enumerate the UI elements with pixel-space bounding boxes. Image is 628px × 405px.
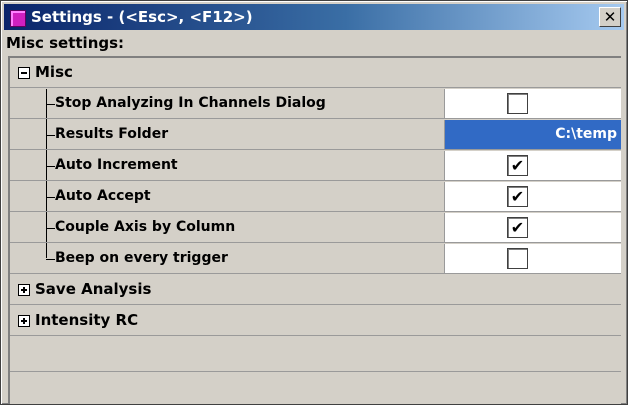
category-misc[interactable]: Misc [10,58,621,89]
section-label: Misc settings: [6,34,125,52]
property-label: Stop Analyzing In Channels Dialog [55,95,326,111]
property-value-cell[interactable]: ✔ [445,182,621,212]
property-value-cell[interactable]: ✔ [445,213,621,243]
category-intensity-rc[interactable]: Intensity RC [10,306,621,337]
property-row-stop-analyzing[interactable]: Stop Analyzing In Channels Dialog [10,89,621,120]
results-folder-field[interactable]: C:\temp [445,120,621,150]
category-misc-cell: Misc [10,58,621,88]
category-save-analysis-cell: Save Analysis [10,275,621,305]
category-label: Misc [35,63,73,81]
property-label: Beep on every trigger [55,250,228,266]
property-name-cell: Couple Axis by Column [10,213,445,243]
stop-analyzing-checkbox[interactable] [507,93,528,114]
property-row-couple-axis[interactable]: Couple Axis by Column ✔ [10,213,621,244]
property-row-beep-trigger[interactable]: Beep on every trigger [10,244,621,275]
property-name-cell: Stop Analyzing In Channels Dialog [10,89,445,119]
close-icon: ✕ [603,8,617,26]
property-row-auto-accept[interactable]: Auto Accept ✔ [10,182,621,213]
property-value-cell[interactable] [445,89,621,119]
property-name-cell: Auto Increment [10,151,445,181]
settings-window: Settings - (<Esc>, <F12>) ✕ Misc setting… [0,0,628,405]
tree-branch [46,104,55,105]
property-label: Couple Axis by Column [55,219,236,235]
category-intensity-rc-cell: Intensity RC [10,306,621,336]
category-save-analysis[interactable]: Save Analysis [10,275,621,306]
property-name-cell: Beep on every trigger [10,244,445,274]
tree-branch [46,197,55,198]
app-icon [10,10,26,27]
property-label: Auto Accept [55,188,151,204]
beep-trigger-checkbox[interactable] [507,248,528,269]
property-label: Auto Increment [55,157,178,173]
window-title: Settings - (<Esc>, <F12>) [31,8,253,26]
category-label: Intensity RC [35,311,139,329]
tree-branch [46,135,55,136]
close-button[interactable]: ✕ [599,7,621,27]
couple-axis-checkbox[interactable]: ✔ [507,217,528,238]
auto-increment-checkbox[interactable]: ✔ [507,155,528,176]
property-name-cell: Results Folder [10,120,445,150]
category-label: Save Analysis [35,280,152,298]
expand-icon[interactable] [18,315,30,327]
property-row-results-folder[interactable]: Results Folder C:\temp [10,120,621,151]
property-value-cell[interactable]: ✔ [445,151,621,181]
tree-branch [46,166,55,167]
property-row-auto-increment[interactable]: Auto Increment ✔ [10,151,621,182]
grid-bottom-divider [10,371,621,372]
tree-branch [46,228,55,229]
title-bar[interactable]: Settings - (<Esc>, <F12>) ✕ [4,4,624,30]
collapse-icon[interactable] [18,67,30,79]
property-value-cell[interactable] [445,244,621,274]
property-label: Results Folder [55,126,169,142]
results-folder-value: C:\temp [555,126,617,142]
property-name-cell: Auto Accept [10,182,445,212]
tree-branch [46,259,55,260]
expand-icon[interactable] [18,284,30,296]
property-grid: Misc Stop Analyzing In Channels Dialog R… [8,56,621,404]
auto-accept-checkbox[interactable]: ✔ [507,186,528,207]
